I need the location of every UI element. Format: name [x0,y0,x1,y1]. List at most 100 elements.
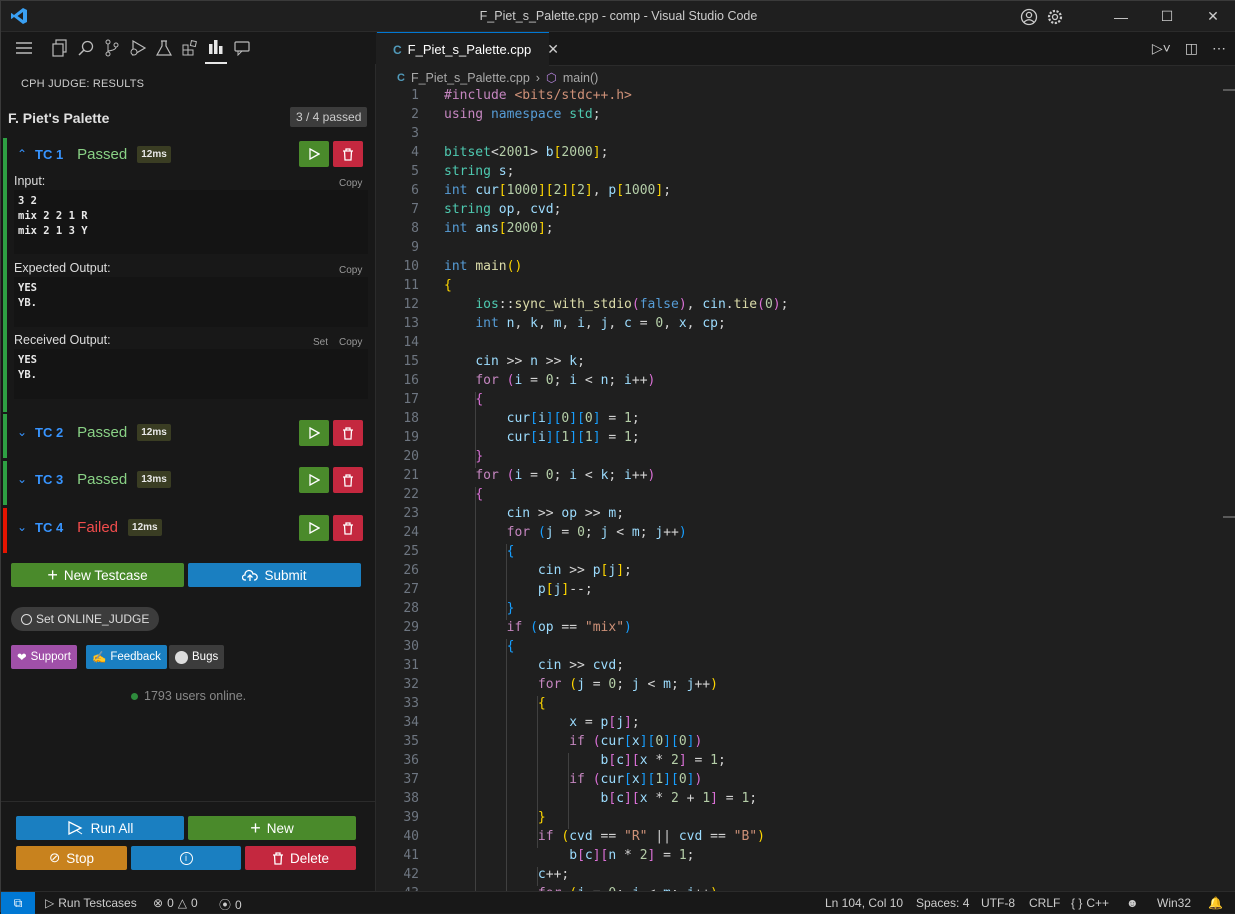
close-tab-icon[interactable]: ✕ [547,41,559,58]
delete-testcase-button[interactable] [333,141,363,167]
delete-testcase-button[interactable] [333,515,363,541]
more-actions-icon[interactable]: ⋯ [1212,40,1226,57]
platform[interactable]: Win32 [1157,896,1191,910]
code-line[interactable]: for (j = 0; j < m; j++) [444,525,687,540]
run-testcase-button[interactable] [299,420,329,446]
input-textarea[interactable]: 3 2 mix 2 2 1 R mix 2 1 3 Y [14,190,368,254]
new-testcase-button[interactable]: + New Testcase [11,563,184,587]
code-editor[interactable]: 1 #include <bits/stdc++.h> 2 using namespac… [377,88,1222,891]
code-line[interactable]: cur[i][0][0] = 1; [444,411,640,426]
notifications-bell-icon[interactable]: 🔔 [1208,896,1223,910]
code-line[interactable]: int ans[2000]; [444,221,554,236]
expected-output-textarea[interactable]: YES YB. [14,277,368,327]
code-line[interactable]: { [444,278,452,293]
code-line[interactable]: b[c][n * 2] = 1; [444,848,694,863]
code-line[interactable]: cur[i][1][1] = 1; [444,430,640,445]
code-line[interactable]: ios::sync_with_stdio(false), cin.tie(0); [444,297,788,312]
menu-icon[interactable] [13,32,35,64]
language-mode[interactable]: { } C++ [1071,896,1109,910]
new-button[interactable]: + New [188,816,356,840]
support-button[interactable]: ❤ Support [11,645,77,669]
end-of-line[interactable]: CRLF [1029,896,1060,910]
code-line[interactable]: for (j = 0; j < m; j++) [444,677,718,692]
submit-button[interactable]: Submit [188,563,361,587]
delete-testcase-button[interactable] [333,467,363,493]
run-testcase-button[interactable] [299,515,329,541]
code-line[interactable]: int n, k, m, i, j, c = 0, x, cp; [444,316,726,331]
chat-icon[interactable] [231,32,253,64]
split-editor-icon[interactable]: ◫ [1185,40,1198,57]
code-line[interactable]: { [444,639,515,654]
code-line[interactable]: p[j]--; [444,582,593,597]
code-line[interactable]: #include <bits/stdc++.h> [444,88,632,103]
ports-status[interactable]: ⦿ 0 [219,896,242,913]
bugs-button[interactable]: Bugs [169,645,225,669]
remote-icon[interactable]: ⧉ [1,892,35,914]
copilot-icon[interactable]: ☻ [1126,896,1139,910]
source-control-icon[interactable] [101,32,123,64]
code-line[interactable]: { [444,696,546,711]
testcase-4-header[interactable]: ⌄ TC 4 Failed 12ms [17,515,162,539]
code-line[interactable]: for (i = 0; i < k; i++) [444,468,655,483]
code-line[interactable]: int cur[1000][2][2], p[1000]; [444,183,671,198]
problems-status[interactable]: ⊗ 0 △ 0 [153,896,198,910]
code-line[interactable]: x = p[j]; [444,715,639,730]
testcase-1-header[interactable]: ⌃ TC 1 Passed 12ms [17,142,171,166]
code-line[interactable]: } [444,810,546,825]
testcase-2-header[interactable]: ⌄ TC 2 Passed 12ms [17,420,171,444]
code-line[interactable]: if (cur[x][1][0]) [444,772,702,787]
code-line[interactable]: cin >> op >> m; [444,506,624,521]
code-line[interactable]: if (op == "mix") [444,620,632,635]
close-window-button[interactable]: ✕ [1190,1,1235,32]
run-all-button[interactable]: Run All [16,816,184,840]
code-line[interactable]: b[c][x * 2 + 1] = 1; [444,791,758,806]
run-testcase-button[interactable] [299,141,329,167]
search-icon[interactable] [75,32,97,64]
encoding[interactable]: UTF-8 [981,896,1015,910]
copy-received-button[interactable]: Copy [339,337,362,348]
breadcrumb-file[interactable]: F_Piet_s_Palette.cpp [411,71,530,85]
code-line[interactable]: cin >> n >> k; [444,354,585,369]
run-debug-icon[interactable] [127,32,149,64]
settings-gear-icon[interactable] [1042,1,1068,32]
code-line[interactable]: string s; [444,164,514,179]
testcase-3-header[interactable]: ⌄ TC 3 Passed 13ms [17,467,171,491]
stop-button[interactable]: ⊘ Stop [16,846,127,870]
cursor-position[interactable]: Ln 104, Col 10 [825,896,903,910]
code-line[interactable]: int main() [444,259,522,274]
tab-f-piet-s-palette[interactable]: C F_Piet_s_Palette.cpp ✕ [377,32,559,66]
indentation[interactable]: Spaces: 4 [916,896,969,910]
feedback-button[interactable]: ✍ Feedback [86,645,167,669]
code-line[interactable]: cin >> cvd; [444,658,624,673]
code-line[interactable]: if (cur[x][0][0]) [444,734,702,749]
account-icon[interactable] [1016,1,1042,32]
code-line[interactable]: for (i = 0; i < n; i++) [444,373,655,388]
code-line[interactable]: } [444,449,483,464]
code-line[interactable]: { [444,487,483,502]
code-line[interactable]: bitset<2001> b[2000]; [444,145,608,160]
code-line[interactable]: } [444,601,515,616]
code-line[interactable]: if (cvd == "R" || cvd == "B") [444,829,765,844]
minimize-button[interactable]: — [1098,1,1144,32]
set-received-button[interactable]: Set [313,337,328,348]
delete-testcase-button[interactable] [333,420,363,446]
received-output-textarea[interactable]: YES YB. [14,349,368,399]
explorer-icon[interactable] [49,32,71,64]
run-code-icon[interactable]: ▷˅ [1152,40,1171,57]
info-button[interactable]: i [131,846,241,870]
delete-all-button[interactable]: Delete [245,846,356,870]
copy-input-button[interactable]: Copy [339,178,362,189]
online-judge-toggle[interactable]: Set ONLINE_JUDGE [11,607,160,631]
breadcrumb-symbol[interactable]: main() [563,71,598,85]
testing-flask-icon[interactable] [153,32,175,64]
extensions-icon[interactable] [179,32,201,64]
copy-expected-button[interactable]: Copy [339,265,362,276]
run-testcase-button[interactable] [299,467,329,493]
code-line[interactable]: string op, cvd; [444,202,561,217]
code-line[interactable]: b[c][x * 2] = 1; [444,753,726,768]
code-line[interactable]: cin >> p[j]; [444,563,632,578]
code-line[interactable]: { [444,544,515,559]
cph-judge-icon[interactable] [205,32,227,64]
code-line[interactable]: { [444,392,483,407]
maximize-button[interactable]: ☐ [1144,1,1190,32]
